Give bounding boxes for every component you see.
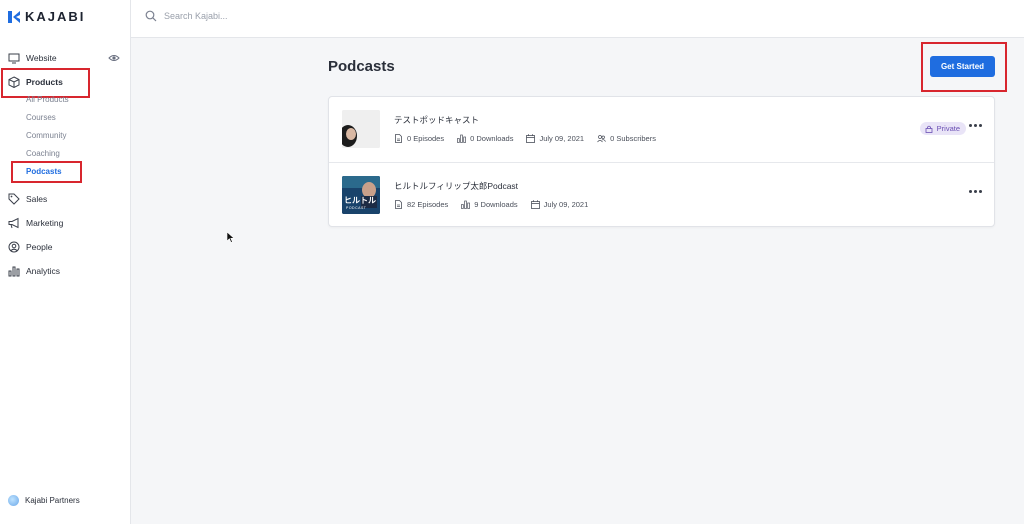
document-icon (395, 200, 402, 209)
status-badge: Private (919, 122, 966, 135)
search-icon (145, 10, 157, 22)
tag-icon (8, 193, 20, 205)
kajabi-logo[interactable]: KAJABI (8, 9, 85, 24)
top-header (131, 0, 1024, 38)
podcast-list: テストポッドキャスト 0 Episodes 0 Downloads July 0… (328, 96, 995, 227)
podcast-thumbnail: ヒルトル PODCAST (342, 176, 380, 214)
podcast-row[interactable]: ヒルトル PODCAST ヒルトルフィリップ太郎Podcast 82 Episo… (329, 162, 994, 228)
calendar-icon (526, 134, 536, 143)
brand-name: KAJABI (25, 9, 86, 24)
subscribers-text: 0 Subscribers (610, 134, 656, 143)
sidebar-item-marketing[interactable]: Marketing (8, 217, 63, 229)
created-date: July 09, 2021 (526, 134, 584, 143)
kajabi-logo-icon (8, 10, 20, 23)
eye-icon[interactable] (108, 52, 120, 64)
sidebar-item-label: People (26, 242, 53, 252)
sidebar-item-label: Sales (26, 194, 48, 204)
sidebar-item-label: Website (26, 53, 57, 63)
podcast-thumbnail (342, 110, 380, 148)
bar-chart-icon (457, 134, 466, 143)
podcast-title[interactable]: ヒルトルフィリップ太郎Podcast (394, 180, 518, 192)
episodes-text: 0 Episodes (407, 134, 445, 143)
sidebar-item-label: Analytics (26, 266, 61, 276)
episodes-count: 0 Episodes (394, 134, 444, 143)
partners-label: Kajabi Partners (25, 496, 80, 505)
sidebar-item-label: Marketing (26, 218, 64, 228)
podcast-row[interactable]: テストポッドキャスト 0 Episodes 0 Downloads July 0… (329, 97, 994, 162)
podcasts-highlight-box (11, 161, 82, 183)
sidebar-item-website[interactable]: Website (8, 52, 57, 64)
sidebar-item-sales[interactable]: Sales (8, 193, 47, 205)
bar-chart-icon (461, 200, 471, 209)
podcast-cover-title: ヒルトル (344, 196, 376, 205)
podcast-meta: 0 Episodes 0 Downloads July 09, 2021 0 S… (394, 134, 669, 143)
subitem-all-products[interactable]: All Products (26, 95, 69, 104)
search-bar[interactable] (145, 10, 364, 22)
partners-icon (8, 495, 19, 506)
episodes-text: 82 Episodes (407, 200, 449, 209)
podcast-title[interactable]: テストポッドキャスト (394, 114, 479, 126)
subitem-community[interactable]: Community (26, 131, 66, 140)
subscribers-count: 0 Subscribers (597, 134, 656, 143)
person-icon (8, 241, 20, 253)
status-badge-label: Private (936, 124, 960, 133)
more-options-icon[interactable] (969, 124, 982, 127)
podcast-cover-subtitle: PODCAST (346, 206, 367, 210)
mouse-cursor-icon (227, 232, 235, 243)
downloads-text: 0 Downloads (470, 134, 514, 143)
downloads-text: 9 Downloads (474, 200, 518, 209)
downloads-count: 0 Downloads (457, 134, 513, 143)
lock-icon (925, 125, 933, 133)
bar-chart-icon (8, 266, 20, 277)
monitor-icon (8, 53, 20, 64)
search-input[interactable] (164, 11, 364, 21)
episodes-count: 82 Episodes (394, 200, 448, 209)
document-icon (395, 134, 402, 143)
page-title: Podcasts (328, 58, 395, 75)
sidebar: KAJABI Website Products All Products Cou… (0, 0, 131, 524)
more-options-icon[interactable] (969, 190, 982, 193)
megaphone-icon (8, 217, 19, 229)
subitem-coaching[interactable]: Coaching (26, 149, 60, 158)
sidebar-item-kajabi-partners[interactable]: Kajabi Partners (8, 495, 80, 506)
downloads-count: 9 Downloads (461, 200, 518, 209)
get-started-highlight-box (921, 42, 1007, 92)
subitem-courses[interactable]: Courses (26, 113, 56, 122)
date-text: July 09, 2021 (539, 134, 585, 143)
podcast-meta: 82 Episodes 9 Downloads July 09, 2021 (394, 200, 601, 209)
sidebar-item-analytics[interactable]: Analytics (8, 265, 60, 277)
products-highlight-box (1, 68, 90, 98)
calendar-icon (530, 200, 540, 209)
people-icon (597, 135, 606, 143)
date-text: July 09, 2021 (543, 200, 589, 209)
podcast-portrait-image (342, 110, 380, 148)
created-date: July 09, 2021 (530, 200, 589, 209)
sidebar-item-people[interactable]: People (8, 241, 52, 253)
